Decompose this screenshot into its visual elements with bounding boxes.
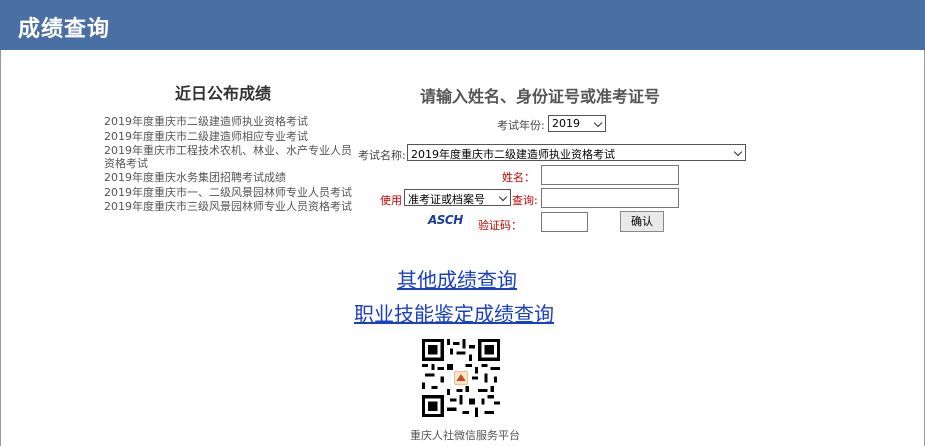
chevron-down-icon xyxy=(593,118,603,128)
chevron-down-icon xyxy=(498,192,508,202)
recent-results-title: 近日公布成绩 xyxy=(175,84,272,103)
query-label: 查询: xyxy=(512,194,538,207)
qr-caption: 重庆人社微信服务平台 xyxy=(410,429,520,442)
captcha-input[interactable] xyxy=(541,212,588,232)
exam-name-label: 考试名称: xyxy=(358,149,406,162)
recent-result-item[interactable]: 2019年度重庆市二级建造师执业资格考试 xyxy=(104,115,354,129)
captcha-label: 验证码： xyxy=(478,219,522,232)
name-input[interactable] xyxy=(541,165,679,185)
exam-name-value: 2019年度重庆市二级建造师执业资格考试 xyxy=(411,148,615,161)
recent-result-item[interactable]: 2019年重庆市工程技术农机、林业、水产专业人员资格考试 xyxy=(104,144,354,170)
id-type-value: 准考证或档案号 xyxy=(408,193,485,206)
id-type-select[interactable]: 准考证或档案号 xyxy=(404,189,511,206)
query-form-title: 请输入姓名、身份证号或准考证号 xyxy=(420,87,661,106)
confirm-button[interactable]: 确认 xyxy=(620,211,664,232)
exam-year-select[interactable]: 2019 xyxy=(548,115,606,132)
skill-results-link[interactable]: 职业技能鉴定成绩查询 xyxy=(354,298,554,327)
name-label: 姓名： xyxy=(502,171,535,184)
use-label: 使用 xyxy=(380,194,402,207)
captcha-image[interactable]: ASCH xyxy=(428,213,463,227)
recent-result-item[interactable]: 2019年度重庆水务集团招聘考试成绩 xyxy=(104,171,354,185)
exam-year-label: 考试年份: xyxy=(497,119,545,132)
chevron-down-icon xyxy=(733,147,743,157)
recent-result-item[interactable]: 2019年度重庆市三级风景园林师专业人员资格考试 xyxy=(104,200,354,214)
page-title: 成绩查询 xyxy=(18,17,111,42)
qr-code-image xyxy=(422,339,500,417)
other-results-link[interactable]: 其他成绩查询 xyxy=(397,264,517,293)
exam-name-select[interactable]: 2019年度重庆市二级建造师执业资格考试 xyxy=(407,144,746,161)
recent-result-item[interactable]: 2019年度重庆市一、二级风景园林师专业人员考试 xyxy=(104,186,354,200)
page-header: 成绩查询 xyxy=(0,0,925,50)
recent-result-item[interactable]: 2019年度重庆市二级建造师相应专业考试 xyxy=(104,130,354,144)
query-input[interactable] xyxy=(541,188,679,208)
recent-results-list: 2019年度重庆市二级建造师执业资格考试 2019年度重庆市二级建造师相应专业考… xyxy=(104,115,354,216)
exam-year-value: 2019 xyxy=(552,117,580,130)
